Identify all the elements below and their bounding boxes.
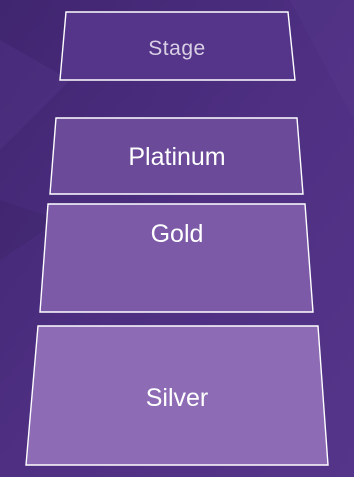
- tier-diagram: Stage Platinum Gold Silver: [0, 0, 354, 477]
- tier-gold-label: Gold: [150, 220, 204, 248]
- tier-silver-label: Silver: [145, 384, 209, 412]
- tier-platinum-label: Platinum: [128, 143, 226, 171]
- tier-stage-label: Stage: [148, 37, 206, 60]
